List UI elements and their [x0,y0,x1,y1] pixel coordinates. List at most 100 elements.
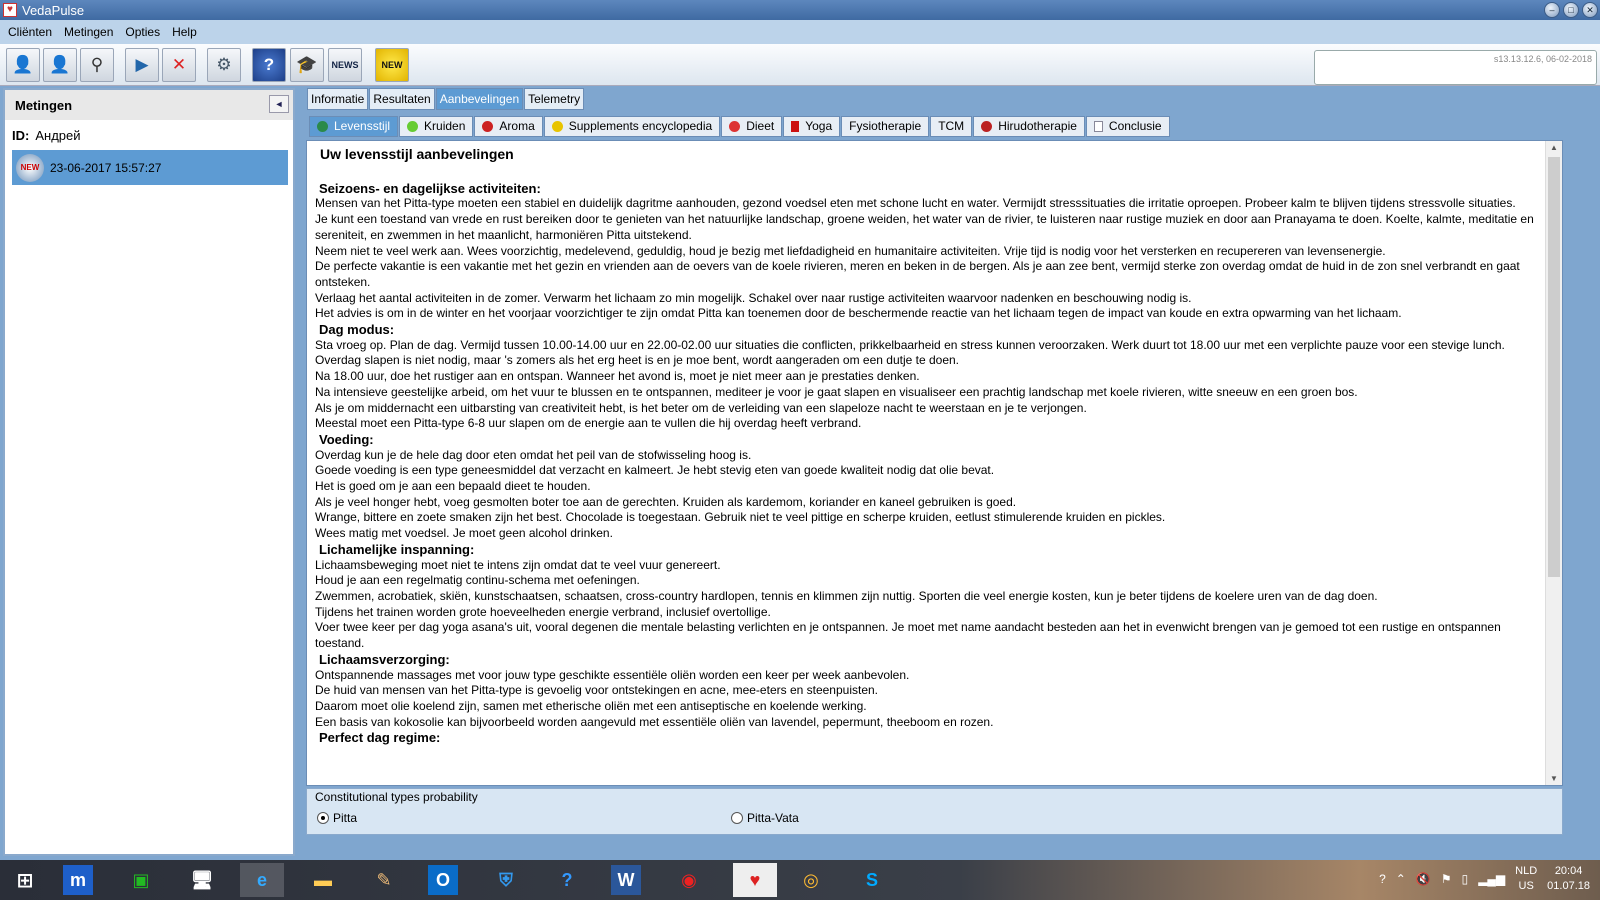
subtab-label: Kruiden [424,119,466,133]
internet-explorer-icon[interactable]: e [240,863,284,897]
vertical-scrollbar[interactable]: ▲ ▼ [1545,141,1562,785]
clock-time: 20:04 [1554,865,1583,877]
subtab-dieet[interactable]: Dieet [721,116,783,137]
defender-icon[interactable]: ⛨ [489,863,523,897]
section-heading: Seizoens- en dagelijkse activiteiten: [319,180,541,196]
measurement-item[interactable]: NEW 23-06-2017 15:57:27 [12,150,288,185]
adobe-icon[interactable]: ◉ [672,863,706,897]
subtab-aroma[interactable]: Aroma [474,116,543,137]
sections: Seizoens- en dagelijkse activiteiten: Men… [315,181,1540,746]
show-hidden-icons[interactable]: ⌃ [1396,872,1406,886]
word-icon[interactable]: W [611,865,641,895]
subtab-conclusie[interactable]: Conclusie [1085,116,1170,137]
subtab-fysiotherapie[interactable]: Fysiotherapie [841,116,930,137]
flag-icon[interactable]: ⚑ [1441,872,1452,886]
menu-metingen[interactable]: Metingen [60,25,117,39]
subtab-label: Hirudotherapie [998,119,1077,133]
section-heading: Lichaamsverzorging: [319,651,450,667]
new-badge-icon: NEW [16,153,44,182]
section-heading: Lichamelijke inspanning: [319,541,475,557]
skype-icon[interactable]: S [855,863,889,897]
news-icon[interactable]: NEWS [328,48,362,82]
collapse-panel-button[interactable]: ◄ [269,95,289,113]
radio-label: Pitta-Vata [747,811,799,825]
tab-informatie[interactable]: Informatie [307,88,369,110]
tab-resultaten[interactable]: Resultaten [369,88,435,110]
region-code: US [1518,880,1534,892]
maximize-button[interactable]: □ [1563,2,1579,18]
tab-aanbevelingen[interactable]: Aanbevelingen [435,88,524,110]
subtab-tcm[interactable]: TCM [930,116,973,137]
settings-icon[interactable]: ⚙ [207,48,241,82]
panel-title: Metingen [15,97,73,113]
outlook-icon[interactable]: O [428,865,458,895]
battery-icon[interactable]: ▯ [1462,872,1469,886]
section-paragraph: Verlaag het aantal activiteiten in de zo… [315,290,1192,305]
delete-measurement-icon[interactable]: ✕ [162,48,196,82]
subtab-levensstijl[interactable]: Levensstijl [309,116,399,137]
menu-opties[interactable]: Opties [121,25,164,39]
scroll-thumb[interactable] [1548,157,1560,577]
measurement-date: 23-06-2017 15:57:27 [50,160,162,175]
paint-icon[interactable]: ✎ [367,863,401,897]
file-explorer-icon[interactable]: ▬ [306,863,340,897]
language-code: NLD [1515,865,1538,877]
section-paragraph: Het advies is om in de winter en het voo… [315,306,1402,321]
subtab-label: Supplements encyclopedia [568,119,713,133]
section-paragraph: Overdag kun je de hele dag door eten omd… [315,447,752,462]
radio-pitta[interactable]: Pitta [317,811,357,825]
chrome-icon[interactable]: ◎ [794,863,828,897]
new-version-icon[interactable]: NEW [375,48,409,82]
add-client-icon[interactable]: 👤 [6,48,40,82]
scroll-up-icon[interactable]: ▲ [1550,143,1558,152]
volume-icon[interactable]: 🔇 [1416,872,1431,886]
start-measurement-icon[interactable]: ▶ [125,48,159,82]
vedapulse-icon[interactable]: ♥ [733,863,777,897]
measurements-panel: Metingen ◄ ID: Андрей NEW 23-06-2017 15:… [3,88,295,856]
supplement-icon [551,121,563,132]
search-client-icon[interactable]: ⚲ [80,48,114,82]
version-box: s13.13.12.6, 06-02-2018 [1314,50,1597,85]
recommendations-content: Uw levensstijl aanbevelingen Seizoens- e… [306,140,1563,786]
remove-client-icon[interactable]: 👤 [43,48,77,82]
section-paragraph: Je kunt een toestand van vrede en rust b… [315,212,1534,242]
subtab-yoga[interactable]: Yoga [783,116,841,137]
maxthon-icon[interactable]: m [63,865,93,895]
section-paragraph: Sta vroeg op. Plan de dag. Vermijd tusse… [315,337,1505,352]
subtab-label: Dieet [746,119,775,133]
language-indicator[interactable]: NLD US [1515,864,1537,894]
help-tray-icon[interactable]: ? [1379,872,1386,886]
clock[interactable]: 20:04 01.07.18 [1547,864,1590,894]
subtab-hirudotherapie[interactable]: Hirudotherapie [973,116,1085,137]
id-label: ID: [12,127,30,143]
menu-help[interactable]: Help [168,25,201,39]
help-icon[interactable]: ? [252,48,286,82]
subtab-kruiden[interactable]: Kruiden [399,116,474,137]
education-icon[interactable]: 🎓 [290,48,324,82]
minimize-button[interactable]: – [1544,2,1560,18]
radio-pitta-vata[interactable]: Pitta-Vata [731,811,799,825]
menu-clienten[interactable]: Cliënten [4,25,56,39]
subtab-supplements[interactable]: Supplements encyclopedia [543,116,721,137]
strawberry-icon [729,121,741,132]
store-icon[interactable]: ▣ [124,863,158,897]
subtab-label: Yoga [805,119,833,133]
menu-bar: Cliënten Metingen Opties Help [0,20,1600,44]
close-button[interactable]: ✕ [1582,2,1598,18]
section-heading: Dag modus: [319,322,395,338]
tab-telemetry[interactable]: Telemetry [524,88,585,110]
help-icon[interactable]: ? [550,863,584,897]
section-heading: Voeding: [319,431,374,447]
signal-icon[interactable]: ▂▄▆ [1478,872,1505,886]
section-paragraph: Zwemmen, acrobatiek, skiën, kunstschaats… [315,588,1378,603]
lenovo-icon[interactable]: 🖥 [185,863,219,897]
scroll-down-icon[interactable]: ▼ [1550,774,1558,783]
radio-label: Pitta [333,811,358,825]
windows-start-icon[interactable]: ⊞ [8,863,42,897]
section-paragraph: Als je veel honger hebt, voeg gesmolten … [315,494,1017,509]
yoga-icon [791,121,800,132]
taskbar: ⊞ m ▣ 🖥 e ▬ ✎ O ⛨ ? W ◉ ♥ ◎ S ? ⌃ 🔇 ⚑ ▯ … [0,860,1600,900]
herb-icon [407,121,419,132]
section-paragraph: Na 18.00 uur, doe het rustiger aan en on… [315,369,920,384]
section-paragraph: Voer twee keer per dag yoga asana's uit,… [315,620,1501,651]
